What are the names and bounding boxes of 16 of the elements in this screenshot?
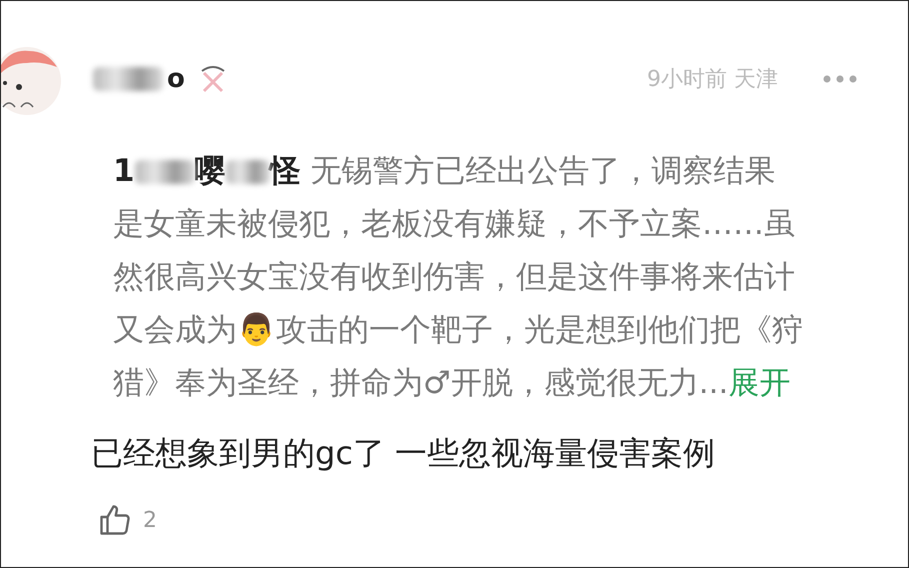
redaction-blur — [93, 67, 163, 91]
like-count: 2 — [143, 508, 157, 532]
quoted-text-line: 又会成为👨攻击的一个靶子，光是想到他们把《狩 — [113, 311, 803, 350]
quoted-text-line: 然很高兴女宝没有收到伤害，但是这件事将来估计 — [113, 258, 795, 297]
more-icon[interactable] — [822, 74, 858, 84]
redaction-blur — [226, 160, 270, 184]
comment-text: 已经想象到男的gc了 一些忽视海量侵害案例 — [91, 433, 716, 474]
quoted-text-line: 是女童未被侵犯，老板没有嫌疑，不予立案……虽 — [113, 205, 795, 244]
mention-text[interactable]: 1 — [113, 145, 135, 198]
quoted-text-line: 猎》奉为圣经，拼命为♂开脱，感觉很无力... — [113, 364, 728, 403]
mention-text[interactable]: 嘤 — [194, 145, 226, 198]
redaction-blur — [134, 160, 195, 184]
username[interactable]: o — [167, 64, 185, 94]
mention-text[interactable]: 怪 — [270, 145, 301, 198]
timestamp: 9小时前 天津 — [647, 66, 778, 94]
quoted-text-line: 无锡警方已经出公告了，调察结果 — [310, 152, 776, 191]
